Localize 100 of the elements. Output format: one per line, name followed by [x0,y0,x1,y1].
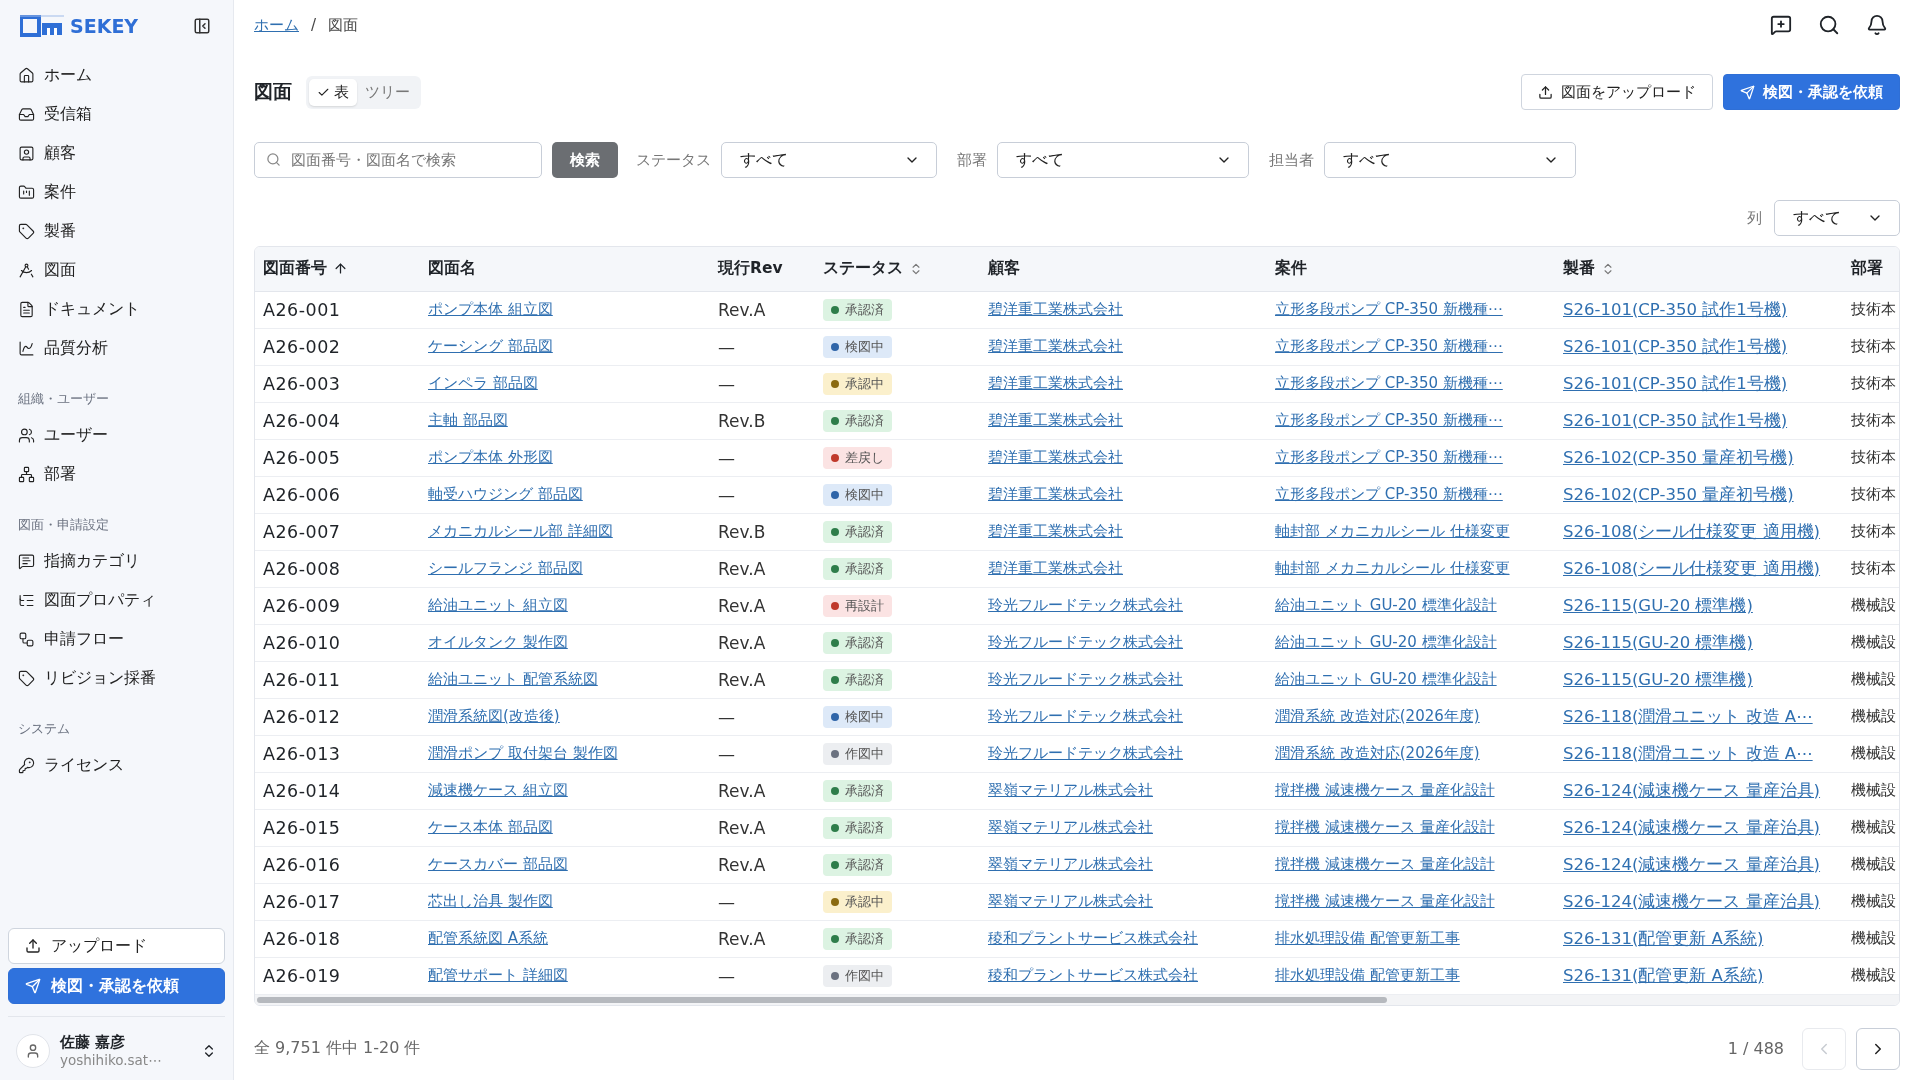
drawing-name-link[interactable]: 潤滑系統図(改造後) [428,707,560,725]
project-link[interactable]: 潤滑系統 改造対応(2026年度) [1275,744,1480,762]
customer-link[interactable]: 玲光フルードテック株式会社 [988,707,1183,725]
add-comment-icon[interactable] [1770,14,1792,36]
project-link[interactable]: 給油ユニット GU-20 標準化設計 [1275,596,1497,614]
breadcrumb-link[interactable]: ホーム [254,15,299,35]
filter-dropdown[interactable]: すべて [1324,142,1576,178]
serial-number-link[interactable]: S26-102(CP-350 量産初号機) [1563,484,1794,504]
customer-link[interactable]: 碧洋重工業株式会社 [988,374,1123,392]
drawing-name-link[interactable]: 配管サポート 詳細図 [428,966,568,984]
view-tab[interactable]: ツリー [357,78,418,106]
customer-link[interactable]: 翠嶺マテリアル株式会社 [988,781,1153,799]
project-link[interactable]: 給油ユニット GU-20 標準化設計 [1275,670,1497,688]
nav-item[interactable]: リビジョン採番 [8,659,225,698]
drawing-name-link[interactable]: インペラ 部品図 [428,374,538,392]
serial-number-link[interactable]: S26-131(配管更新 A系統) [1563,928,1764,948]
upload-button[interactable]: アップロード [8,928,225,964]
drawing-name-link[interactable]: ポンプ本体 外形図 [428,448,553,466]
filter-dropdown[interactable]: すべて [721,142,937,178]
search-button[interactable]: 検索 [552,142,618,178]
nav-item[interactable]: 受信箱 [8,95,225,134]
drawing-name-link[interactable]: ケーシング 部品図 [428,337,553,355]
drawing-name-link[interactable]: 主軸 部品図 [428,411,508,429]
nav-item[interactable]: 図面 [8,251,225,290]
notifications-icon[interactable] [1866,14,1888,36]
customer-link[interactable]: 碧洋重工業株式会社 [988,337,1123,355]
serial-number-link[interactable]: S26-124(減速機ケース 量産治具) [1563,854,1821,874]
column-header[interactable]: 案件 [1267,247,1555,291]
project-link[interactable]: 撹拌機 減速機ケース 量産化設計 [1275,818,1495,836]
customer-link[interactable]: 翠嶺マテリアル株式会社 [988,855,1153,873]
project-link[interactable]: 立形多段ポンプ CP-350 新機種⋯ [1275,374,1503,392]
nav-item[interactable]: ホーム [8,56,225,95]
column-header[interactable]: 現行Rev [710,247,815,291]
upload-drawing-button[interactable]: 図面をアップロード [1521,74,1713,110]
project-link[interactable]: 排水処理設備 配管更新工事 [1275,966,1460,984]
request-review-button[interactable]: 検図・承認を依頼 [8,968,225,1004]
drawing-name-link[interactable]: メカニカルシール部 詳細図 [428,522,613,540]
serial-number-link[interactable]: S26-115(GU-20 標準機) [1563,632,1753,652]
column-header[interactable]: 図面番号 [255,247,420,291]
columns-dropdown[interactable]: すべて [1774,200,1900,236]
project-link[interactable]: 軸封部 メカニカルシール 仕様変更 [1275,522,1510,540]
column-header[interactable]: 部署 [1843,247,1899,291]
serial-number-link[interactable]: S26-101(CP-350 試作1号機) [1563,373,1788,393]
project-link[interactable]: 撹拌機 減速機ケース 量産化設計 [1275,892,1495,910]
drawing-name-link[interactable]: 給油ユニット 組立図 [428,596,568,614]
serial-number-link[interactable]: S26-108(シール仕様変更 適用機) [1563,558,1821,578]
nav-item[interactable]: 品質分析 [8,329,225,368]
serial-number-link[interactable]: S26-115(GU-20 標準機) [1563,669,1753,689]
nav-item[interactable]: ユーザー [8,416,225,455]
drawing-name-link[interactable]: ケースカバー 部品図 [428,855,568,873]
nav-item[interactable]: 顧客 [8,134,225,173]
project-link[interactable]: 撹拌機 減速機ケース 量産化設計 [1275,855,1495,873]
serial-number-link[interactable]: S26-118(潤滑ユニット 改造 A⋯ [1563,743,1813,763]
nav-item[interactable]: 案件 [8,173,225,212]
filter-dropdown[interactable]: すべて [997,142,1249,178]
nav-item[interactable]: 指摘カテゴリ [8,542,225,581]
column-header[interactable]: 図面名 [420,247,710,291]
view-tab[interactable]: 表 [309,78,357,106]
project-link[interactable]: 立形多段ポンプ CP-350 新機種⋯ [1275,300,1503,318]
drawing-name-link[interactable]: 芯出し治具 製作図 [428,892,553,910]
project-link[interactable]: 軸封部 メカニカルシール 仕様変更 [1275,559,1510,577]
customer-link[interactable]: 稜和プラントサービス株式会社 [988,966,1198,984]
drawing-name-link[interactable]: 給油ユニット 配管系統図 [428,670,598,688]
drawing-name-link[interactable]: 配管系統図 A系統 [428,929,549,947]
drawing-name-link[interactable]: 軸受ハウジング 部品図 [428,485,583,503]
drawing-name-link[interactable]: シールフランジ 部品図 [428,559,583,577]
serial-number-link[interactable]: S26-102(CP-350 量産初号機) [1563,447,1794,467]
drawing-name-link[interactable]: ケース本体 部品図 [428,818,553,836]
search-icon[interactable] [1818,14,1840,36]
project-link[interactable]: 給油ユニット GU-20 標準化設計 [1275,633,1497,651]
serial-number-link[interactable]: S26-118(潤滑ユニット 改造 A⋯ [1563,706,1813,726]
project-link[interactable]: 立形多段ポンプ CP-350 新機種⋯ [1275,485,1503,503]
customer-link[interactable]: 碧洋重工業株式会社 [988,411,1123,429]
customer-link[interactable]: 玲光フルードテック株式会社 [988,744,1183,762]
customer-link[interactable]: 玲光フルードテック株式会社 [988,670,1183,688]
serial-number-link[interactable]: S26-131(配管更新 A系統) [1563,965,1764,985]
drawing-name-link[interactable]: オイルタンク 製作図 [428,633,568,651]
serial-number-link[interactable]: S26-115(GU-20 標準機) [1563,595,1753,615]
project-link[interactable]: 立形多段ポンプ CP-350 新機種⋯ [1275,411,1503,429]
drawing-name-link[interactable]: ポンプ本体 組立図 [428,300,553,318]
serial-number-link[interactable]: S26-101(CP-350 試作1号機) [1563,410,1788,430]
project-link[interactable]: 排水処理設備 配管更新工事 [1275,929,1460,947]
customer-link[interactable]: 碧洋重工業株式会社 [988,448,1123,466]
project-link[interactable]: 立形多段ポンプ CP-350 新機種⋯ [1275,448,1503,466]
drawing-name-link[interactable]: 潤滑ポンプ 取付架台 製作図 [428,744,618,762]
customer-link[interactable]: 碧洋重工業株式会社 [988,485,1123,503]
serial-number-link[interactable]: S26-124(減速機ケース 量産治具) [1563,780,1821,800]
project-link[interactable]: 潤滑系統 改造対応(2026年度) [1275,707,1480,725]
serial-number-link[interactable]: S26-124(減速機ケース 量産治具) [1563,817,1821,837]
sort-ascending-icon[interactable] [333,261,348,277]
scrollbar-thumb[interactable] [257,996,1387,1003]
serial-number-link[interactable]: S26-108(シール仕様変更 適用機) [1563,521,1821,541]
customer-link[interactable]: 碧洋重工業株式会社 [988,522,1123,540]
column-header[interactable]: ステータス [815,247,980,291]
nav-item[interactable]: 図面プロパティ [8,581,225,620]
serial-number-link[interactable]: S26-101(CP-350 試作1号機) [1563,336,1788,356]
nav-item[interactable]: 製番 [8,212,225,251]
serial-number-link[interactable]: S26-101(CP-350 試作1号機) [1563,299,1788,319]
nav-item[interactable]: 部署 [8,455,225,494]
customer-link[interactable]: 翠嶺マテリアル株式会社 [988,892,1153,910]
